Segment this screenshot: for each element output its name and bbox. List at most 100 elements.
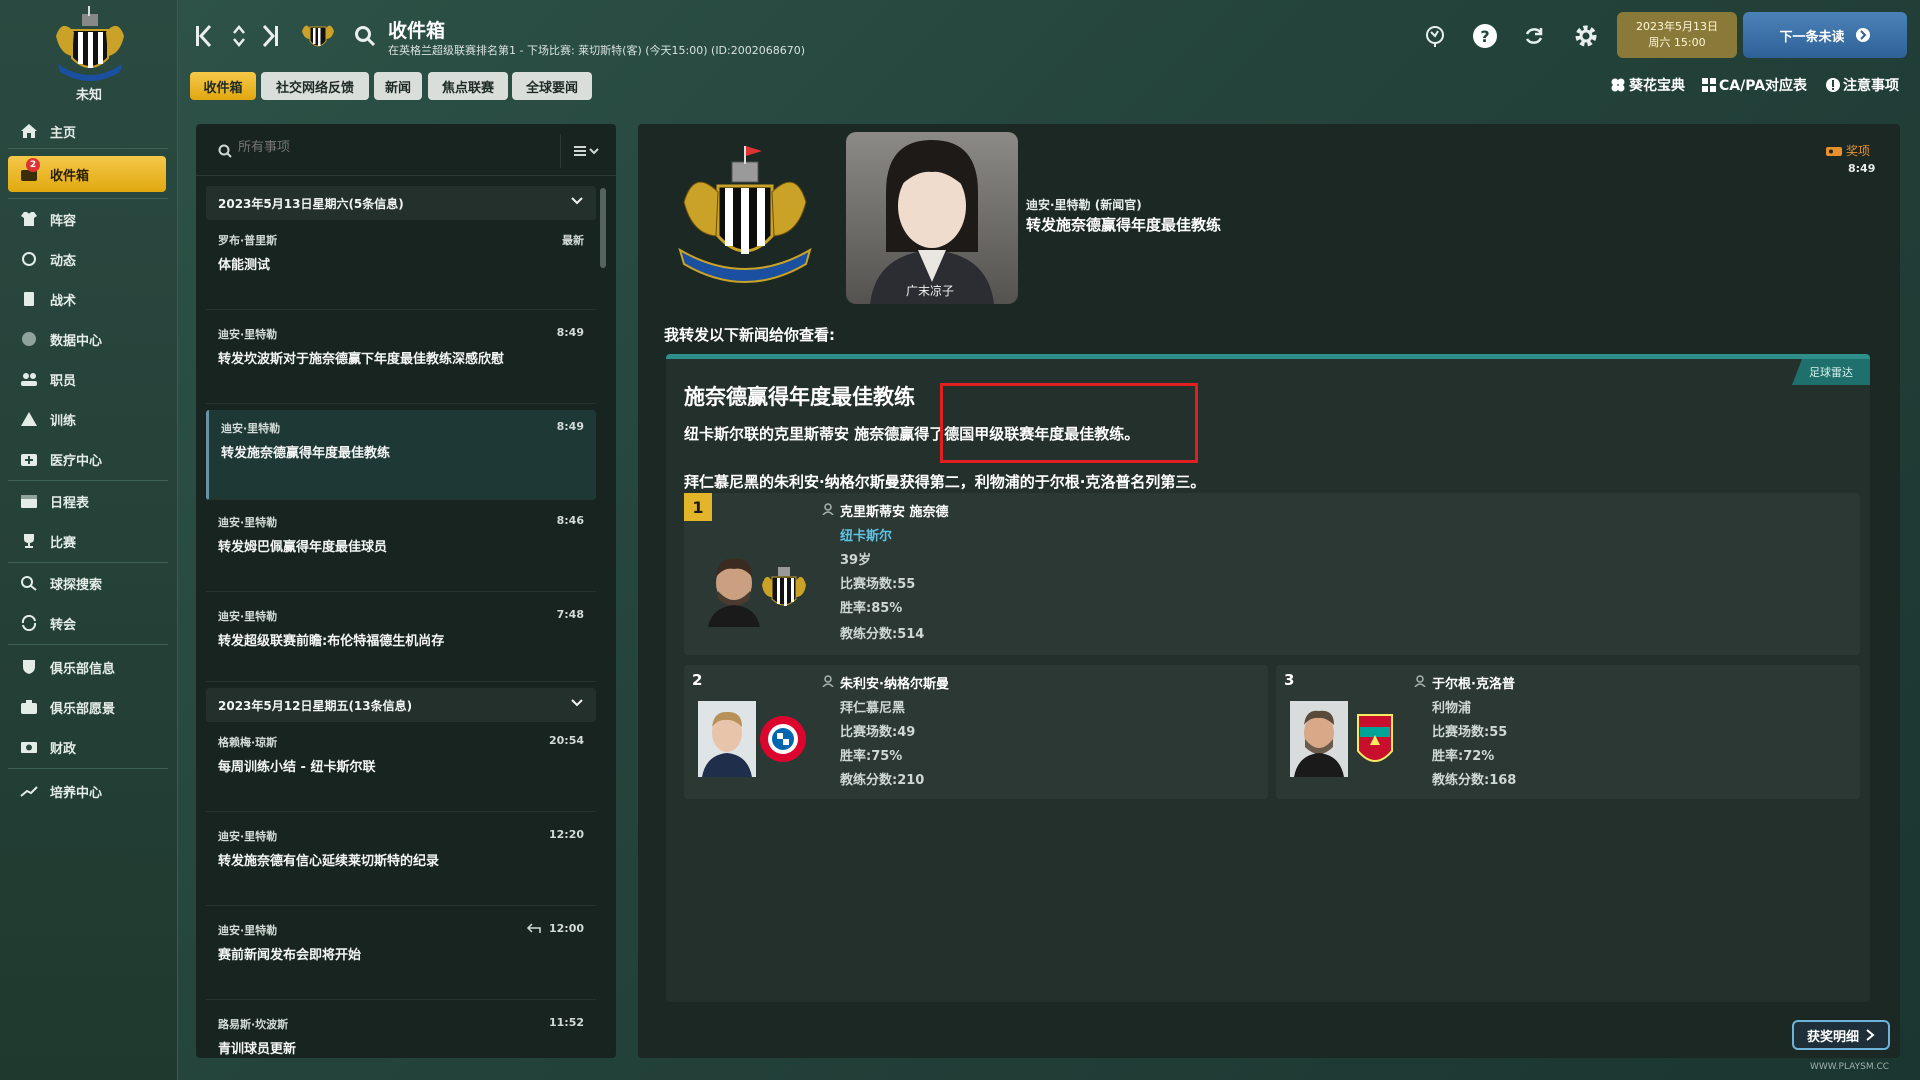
tab-focus-leagues[interactable]: 焦点联赛	[428, 72, 508, 100]
sidebar-item-label: 主页	[50, 125, 77, 141]
sidebar-item-finances[interactable]: 财政	[8, 732, 166, 762]
date-group-label: 2023年5月12日星期五(13条信息)	[218, 698, 413, 713]
list-item[interactable]: 格赖梅·琼斯 每周训练小结 - 纽卡斯尔联 20:54	[206, 724, 596, 812]
message-sender: 迪安·里特勒	[218, 830, 278, 843]
notes-link[interactable]: 注意事项	[1826, 75, 1899, 95]
list-item[interactable]: 罗布·普里斯 体能测试 最新	[206, 222, 596, 310]
rank-badge: 1	[684, 493, 712, 521]
message-sender: 路易斯·坎波斯	[218, 1018, 289, 1031]
tab-world-news[interactable]: 全球要闻	[512, 72, 592, 100]
search-button[interactable]	[348, 18, 382, 54]
sidebar-item-club-vision[interactable]: 俱乐部愿景	[8, 692, 166, 722]
list-scrollbar[interactable]	[600, 188, 606, 268]
club-name[interactable]: 拜仁慕尼黑	[840, 697, 905, 716]
award-third-place: 3 于尔根·克洛普 利物浦 比赛场数:55 胜率:72% 教练分数:168	[1276, 665, 1860, 799]
sidebar-item-club-info[interactable]: 俱乐部信息	[8, 652, 166, 682]
coach-name[interactable]: 朱利安·纳格尔斯曼	[840, 673, 949, 692]
tab-inbox[interactable]: 收件箱	[190, 72, 256, 100]
sidebar-item-schedule[interactable]: 日程表	[8, 486, 166, 516]
list-item[interactable]: 迪安·里特勒 赛前新闻发布会即将开始 12:00	[206, 912, 596, 1000]
tab-social-feedback[interactable]: 社交网络反馈	[261, 72, 369, 100]
date-group-header[interactable]: 2023年5月13日星期六(5条信息)	[206, 186, 596, 220]
sidebar-item-medical[interactable]: 医疗中心	[8, 444, 166, 474]
sidebar-item-tactics[interactable]: 战术	[8, 284, 166, 314]
time-text: 周六 15:00	[1648, 36, 1706, 49]
message-time: 7:48	[556, 608, 584, 621]
page-title: 收件箱	[388, 20, 446, 42]
date-text: 2023年5月13日	[1636, 20, 1718, 33]
list-item[interactable]: 迪安·里特勒 转发超级联赛前瞻:布伦特福德生机尚存 7:48	[206, 598, 596, 682]
sidebar-item-inbox[interactable]: 2 收件箱	[8, 156, 166, 192]
filter-menu-button[interactable]	[560, 134, 614, 168]
message-time: 8:46	[556, 514, 584, 527]
club-crest-icon[interactable]	[42, 6, 138, 86]
rank-number: 2	[692, 671, 703, 689]
game-date[interactable]: 2023年5月13日 周六 15:00	[1617, 12, 1737, 58]
sidebar-item-label: 财政	[50, 741, 77, 757]
sidebar-item-label: 俱乐部愿景	[50, 701, 116, 717]
sidebar-item-squad[interactable]: 阵容	[8, 204, 166, 234]
list-item[interactable]: 迪安·里特勒 转发坎波斯对于施奈德赢下年度最佳教练深感欣慰 8:49	[206, 316, 596, 404]
message-search-input[interactable]	[216, 140, 546, 155]
message-sender: 迪安·里特勒	[221, 422, 281, 435]
arrow-right-circle-icon	[1855, 28, 1870, 42]
skip-back-icon	[196, 24, 212, 48]
settings-button[interactable]	[1569, 18, 1603, 54]
detail-sender: 迪安·里特勒 (新闻官)	[1026, 198, 1142, 212]
sidebar-item-label: 比赛	[50, 535, 77, 551]
sidebar-item-transfers[interactable]: 转会	[8, 608, 166, 638]
message-time: 12:00	[548, 922, 584, 935]
award-details-button[interactable]: 获奖明细	[1792, 1020, 1890, 1050]
up-down-button[interactable]	[222, 18, 256, 54]
award-second-place: 2 朱利安·纳格尔斯曼 拜仁慕尼黑 比赛场数:49 胜率:75% 教练分数:21…	[684, 665, 1268, 799]
list-item-selected[interactable]: 迪安·里特勒 转发施奈德赢得年度最佳教练 8:49	[206, 410, 596, 500]
sidebar-item-label: 职员	[50, 373, 77, 389]
sidebar-item-home[interactable]: 主页	[8, 116, 166, 146]
sidebar-item-staff[interactable]: 职员	[8, 364, 166, 394]
sidebar-item-data-hub[interactable]: 数据中心	[8, 324, 166, 354]
message-subject: 体能测试	[218, 258, 271, 273]
grid-icon	[1702, 78, 1716, 92]
club-name[interactable]: 利物浦	[1432, 697, 1471, 716]
coach-name[interactable]: 于尔根·克洛普	[1432, 673, 1515, 692]
win-rate: 胜率:75%	[840, 749, 903, 764]
sidebar-item-training[interactable]: 训练	[8, 404, 166, 434]
globe-button[interactable]	[1418, 18, 1452, 54]
sidebar-item-label: 阵容	[50, 213, 77, 229]
ca-pa-link[interactable]: CA/PA对应表	[1702, 75, 1807, 95]
tab-news[interactable]: 新闻	[374, 72, 422, 100]
coach-name[interactable]: 克里斯蒂安 施奈德	[840, 501, 949, 520]
message-sender: 迪安·里特勒	[218, 516, 278, 529]
sidebar-item-development[interactable]: 培养中心	[8, 776, 166, 806]
list-item[interactable]: 迪安·里特勒 转发姆巴佩赢得年度最佳球员 8:46	[206, 504, 596, 592]
sidebar-item-label: 日程表	[50, 495, 90, 511]
search-icon	[355, 26, 376, 47]
club-badge-button[interactable]	[298, 18, 338, 54]
message-subject: 赛前新闻发布会即将开始	[218, 948, 362, 963]
help-button[interactable]: ?	[1468, 18, 1502, 54]
refresh-button[interactable]	[1517, 18, 1551, 54]
skip-forward-icon	[262, 24, 278, 48]
sidebar-item-label: 战术	[50, 293, 77, 309]
coach-age: 39岁	[840, 553, 872, 568]
date-group-header[interactable]: 2023年5月12日星期五(13条信息)	[206, 688, 596, 722]
vision-icon	[18, 697, 40, 717]
message-sender: 罗布·普里斯	[218, 234, 278, 247]
message-subject: 青训球员更新	[218, 1042, 297, 1057]
sidebar-item-scouting[interactable]: 球探搜索	[8, 568, 166, 598]
chevron-right-icon	[1866, 1029, 1875, 1041]
last-page-button[interactable]	[254, 18, 288, 54]
next-unread-button[interactable]: 下一条未读	[1743, 12, 1907, 58]
list-item[interactable]: 迪安·里特勒 转发施奈德有信心延续莱切斯特的纪录 12:20	[206, 818, 596, 906]
first-page-button[interactable]	[186, 18, 220, 54]
list-item[interactable]: 路易斯·坎波斯 青训球员更新 11:52	[206, 1006, 596, 1058]
sidebar-item-dynamics[interactable]: 动态	[8, 244, 166, 274]
club-status: 未知	[75, 88, 102, 103]
divider	[8, 644, 168, 645]
sidebar-item-competitions[interactable]: 比赛	[8, 526, 166, 556]
guide-link[interactable]: 葵花宝典	[1610, 75, 1685, 95]
refresh-icon	[1525, 28, 1543, 44]
message-time: 12:20	[548, 828, 584, 841]
news-headline: 施奈德赢得年度最佳教练	[684, 385, 915, 409]
club-link[interactable]: 纽卡斯尔	[840, 525, 892, 544]
